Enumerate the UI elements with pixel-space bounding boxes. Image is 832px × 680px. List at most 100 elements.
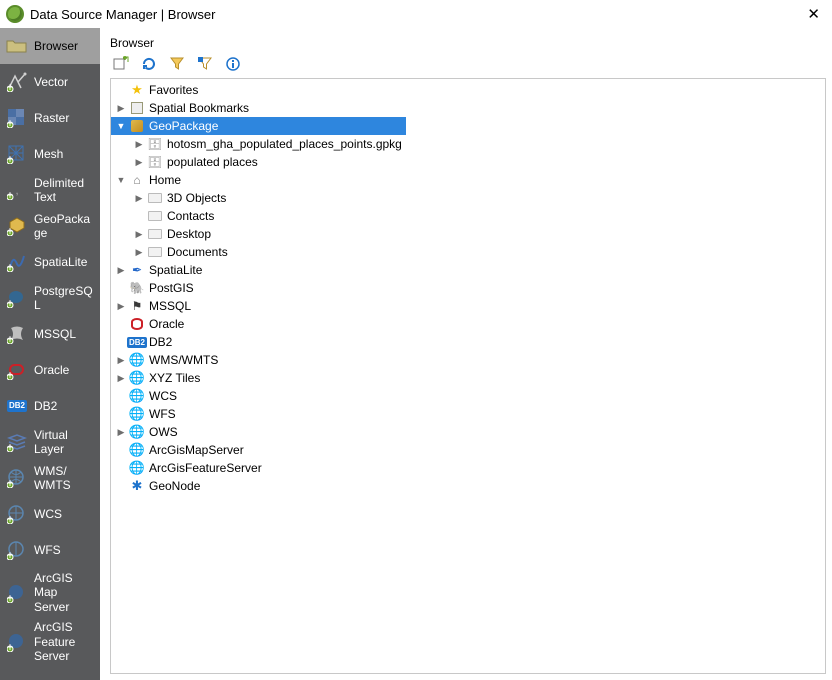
tree-node-postgis[interactable]: 🐘PostGIS: [111, 279, 825, 297]
folder-icon: [146, 244, 164, 260]
sidebar-item-vector[interactable]: + Vector: [0, 64, 100, 100]
collapse-arrow-icon[interactable]: ▼: [115, 121, 127, 131]
tree-node-xyz-tiles[interactable]: ▶🌐XYZ Tiles: [111, 369, 825, 387]
sidebar-item-label: WMS/ WMTS: [34, 464, 94, 493]
properties-button[interactable]: [224, 55, 242, 73]
svg-text:+: +: [7, 476, 14, 488]
tree-node-wfs[interactable]: 🌐WFS: [111, 405, 825, 423]
database-icon: 🗄: [146, 154, 164, 170]
tree-label: Spatial Bookmarks: [149, 101, 249, 115]
tree-node-gpkg-file[interactable]: ▶🗄hotosm_gha_populated_places_points.gpk…: [111, 135, 825, 153]
browser-tree[interactable]: ★Favorites ▶ Spatial Bookmarks ▼GeoPackag…: [110, 78, 826, 674]
svg-text:+: +: [7, 368, 14, 380]
titlebar: Data Source Manager | Browser ✕: [0, 0, 832, 28]
tree-node-wms-wmts[interactable]: ▶🌐WMS/WMTS: [111, 351, 825, 369]
sidebar-item-raster[interactable]: + Raster: [0, 100, 100, 136]
sidebar-item-wcs[interactable]: + WCS: [0, 496, 100, 532]
raster-icon: +: [6, 107, 28, 129]
expand-arrow-icon[interactable]: ▶: [115, 265, 127, 276]
sidebar-item-wfs[interactable]: + WFS: [0, 532, 100, 568]
sidebar-item-label: SpatiaLite: [34, 255, 94, 269]
tree-node-db2[interactable]: DB2DB2: [111, 333, 825, 351]
sidebar-item-label: Delimited Text: [34, 176, 94, 205]
close-button[interactable]: ✕: [801, 5, 826, 23]
sidebar-item-arcgis-map-server[interactable]: + ArcGIS Map Server: [0, 568, 100, 617]
tree-node-folder[interactable]: ▶3D Objects: [111, 189, 825, 207]
tree-node-arcgis-map-server[interactable]: 🌐ArcGisMapServer: [111, 441, 825, 459]
expand-arrow-icon[interactable]: ▶: [133, 139, 145, 150]
tree-label: WCS: [149, 389, 177, 403]
svg-text:+: +: [7, 296, 14, 308]
tree-label: OWS: [149, 425, 178, 439]
tree-node-favorites[interactable]: ★Favorites: [111, 81, 825, 99]
svg-text:+: +: [7, 80, 14, 92]
collapse-arrow-icon[interactable]: ▼: [115, 175, 127, 185]
sidebar-item-geopackage[interactable]: + GeoPackage: [0, 208, 100, 244]
tree-node-oracle[interactable]: Oracle: [111, 315, 825, 333]
sidebar-item-oracle[interactable]: + Oracle: [0, 352, 100, 388]
add-layer-button[interactable]: [112, 55, 130, 73]
tree-node-geopackage[interactable]: ▼GeoPackage: [111, 117, 406, 135]
sidebar-item-label: Vector: [34, 75, 94, 89]
elephant-icon: 🐘: [128, 280, 146, 296]
svg-text:+: +: [7, 512, 14, 524]
expand-arrow-icon[interactable]: ▶: [115, 427, 127, 438]
expand-arrow-icon[interactable]: ▶: [133, 157, 145, 168]
tree-node-gpkg-layer[interactable]: ▶🗄populated places: [111, 153, 825, 171]
sidebar-item-spatialite[interactable]: + SpatiaLite: [0, 244, 100, 280]
db2-icon: DB2: [128, 334, 146, 350]
sidebar-item-virtual-layer[interactable]: + Virtual Layer: [0, 424, 100, 460]
expand-arrow-icon[interactable]: ▶: [115, 355, 127, 366]
sidebar: Browser + Vector + Raster + Mesh ,+ Deli…: [0, 28, 100, 680]
expand-arrow-icon[interactable]: ▶: [133, 193, 145, 204]
sidebar-item-arcgis-feature-server[interactable]: + ArcGIS Feature Server: [0, 617, 100, 666]
sidebar-item-browser[interactable]: Browser: [0, 28, 100, 64]
sidebar-item-label: WCS: [34, 507, 94, 521]
tree-label: Desktop: [167, 227, 211, 241]
sidebar-item-label: DB2: [34, 399, 94, 413]
expand-arrow-icon[interactable]: ▶: [133, 247, 145, 258]
expand-arrow-icon[interactable]: ▶: [133, 229, 145, 240]
svg-text:+: +: [7, 224, 14, 236]
tree-label: SpatiaLite: [149, 263, 202, 277]
sidebar-item-label: ArcGIS Feature Server: [34, 620, 94, 663]
expand-arrow-icon[interactable]: ▶: [115, 103, 127, 114]
tree-label: hotosm_gha_populated_places_points.gpkg: [167, 137, 402, 151]
folder-open-icon: [6, 35, 28, 57]
tree-node-folder[interactable]: Contacts: [111, 207, 825, 225]
tree-label: populated places: [167, 155, 258, 169]
expand-arrow-icon[interactable]: ▶: [115, 301, 127, 312]
tree-node-wcs[interactable]: 🌐WCS: [111, 387, 825, 405]
spatialite-icon: +: [6, 251, 28, 273]
globe-icon: 🌐: [128, 406, 146, 422]
db2-icon: DB2: [6, 395, 28, 417]
tree-node-geonode[interactable]: ✱GeoNode: [111, 477, 825, 495]
tree-label: Documents: [167, 245, 228, 259]
sidebar-item-mesh[interactable]: + Mesh: [0, 136, 100, 172]
sidebar-item-label: Browser: [34, 39, 94, 53]
geopackage-icon: +: [6, 215, 28, 237]
sidebar-item-mssql[interactable]: + MSSQL: [0, 316, 100, 352]
sidebar-item-wms-wmts[interactable]: + WMS/ WMTS: [0, 460, 100, 496]
tree-label: PostGIS: [149, 281, 194, 295]
tree-label: Contacts: [167, 209, 214, 223]
expand-arrow-icon[interactable]: ▶: [115, 373, 127, 384]
filter-button[interactable]: [168, 55, 186, 73]
tree-node-ows[interactable]: ▶🌐OWS: [111, 423, 825, 441]
database-icon: 🗄: [146, 136, 164, 152]
sidebar-item-delimited-text[interactable]: ,+ Delimited Text: [0, 172, 100, 208]
body: Browser + Vector + Raster + Mesh ,+ Deli…: [0, 28, 832, 680]
panel-title: Browser: [110, 36, 826, 54]
tree-node-folder[interactable]: ▶ Documents: [111, 243, 825, 261]
sidebar-item-postgresql[interactable]: + PostgreSQL: [0, 280, 100, 316]
mssql-icon: ⚑: [128, 298, 146, 314]
tree-node-mssql[interactable]: ▶⚑MSSQL: [111, 297, 825, 315]
tree-node-arcgis-feature-server[interactable]: 🌐ArcGisFeatureServer: [111, 459, 825, 477]
refresh-button[interactable]: [140, 55, 158, 73]
tree-node-home[interactable]: ▼⌂Home: [111, 171, 825, 189]
sidebar-item-db2[interactable]: DB2 DB2: [0, 388, 100, 424]
tree-node-folder[interactable]: ▶ Desktop: [111, 225, 825, 243]
collapse-all-button[interactable]: [196, 55, 214, 73]
tree-node-spatialite[interactable]: ▶✒SpatiaLite: [111, 261, 825, 279]
tree-node-spatial-bookmarks[interactable]: ▶ Spatial Bookmarks: [111, 99, 825, 117]
